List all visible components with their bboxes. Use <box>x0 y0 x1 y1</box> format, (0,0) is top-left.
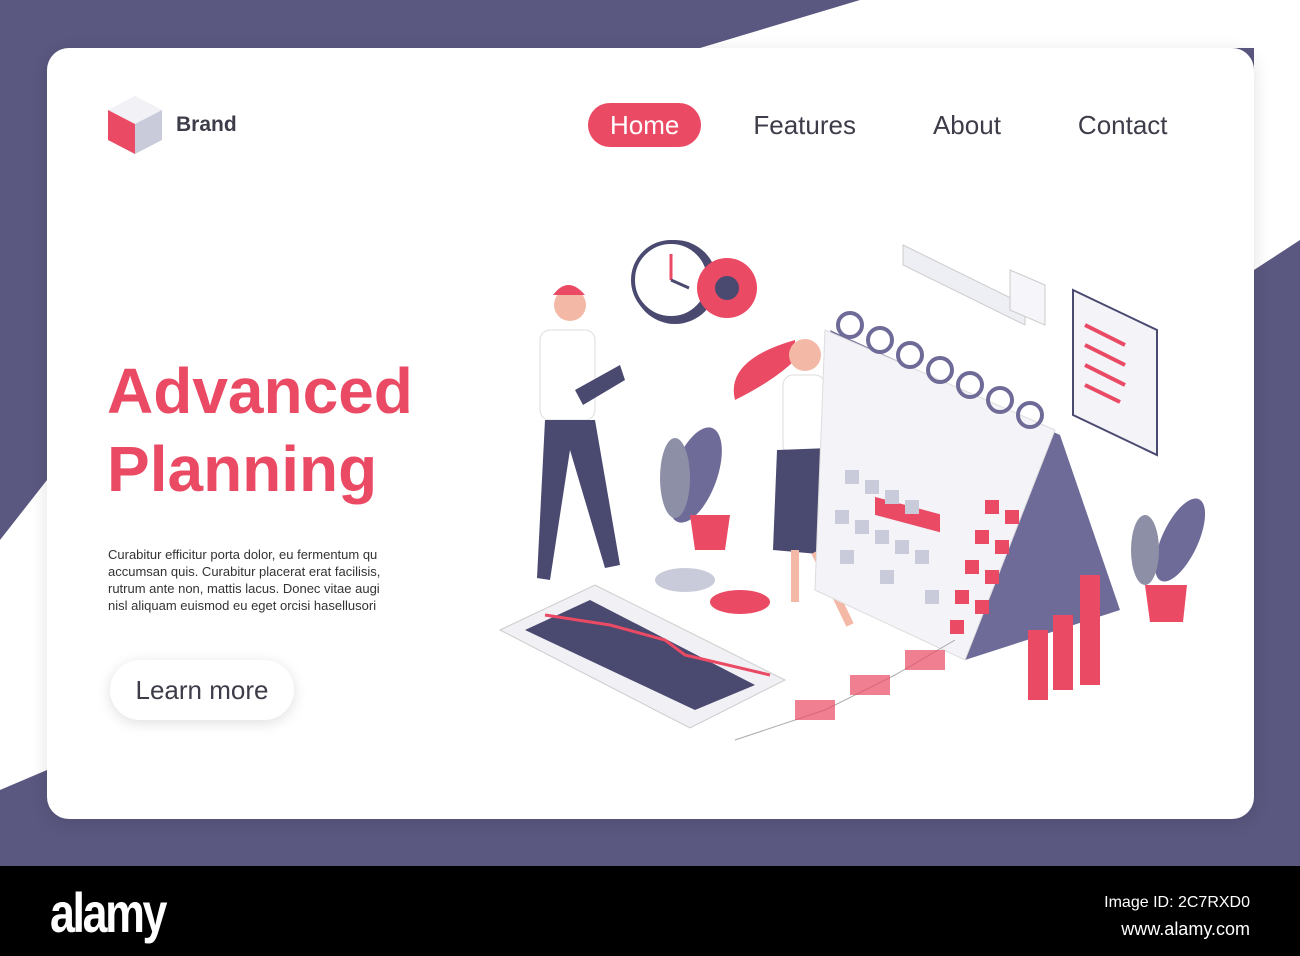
nav-contact[interactable]: Contact <box>1078 103 1168 147</box>
document-panel-icon <box>902 244 1046 326</box>
image-id-text: Image ID: 2C7RXD0 <box>1104 894 1250 911</box>
nav-home[interactable]: Home <box>588 103 702 147</box>
checklist-icon <box>1072 288 1158 457</box>
pie-chart-icon <box>655 568 770 614</box>
plant-icon <box>660 427 730 550</box>
title-line-2: Planning <box>107 433 378 505</box>
alamy-logo: alamy <box>50 881 167 944</box>
title-line-1: Advanced <box>107 355 413 427</box>
brand-name: Brand <box>176 113 237 136</box>
flow-tiles-icon <box>734 639 956 741</box>
main-nav: Home Features About Contact <box>588 103 1168 147</box>
man-figure <box>537 285 625 580</box>
hero-body: Curabitur efficitur porta dolor, eu ferm… <box>108 547 381 613</box>
image-id: Image ID: 2C7RXD0 www.alamy.com <box>1104 890 1250 942</box>
learn-more-button[interactable]: Learn more <box>110 660 294 720</box>
cube-icon <box>108 96 162 154</box>
nav-features[interactable]: Features <box>753 103 856 147</box>
planning-illustration <box>498 240 1206 741</box>
nav-about[interactable]: About <box>933 103 1001 147</box>
gear-icon <box>697 258 757 318</box>
hero-title: Advanced Planning <box>107 352 413 508</box>
plant-icon <box>1131 498 1206 622</box>
brand-logo[interactable]: Brand <box>108 96 237 154</box>
watermark-url: www.alamy.com <box>1121 919 1250 939</box>
